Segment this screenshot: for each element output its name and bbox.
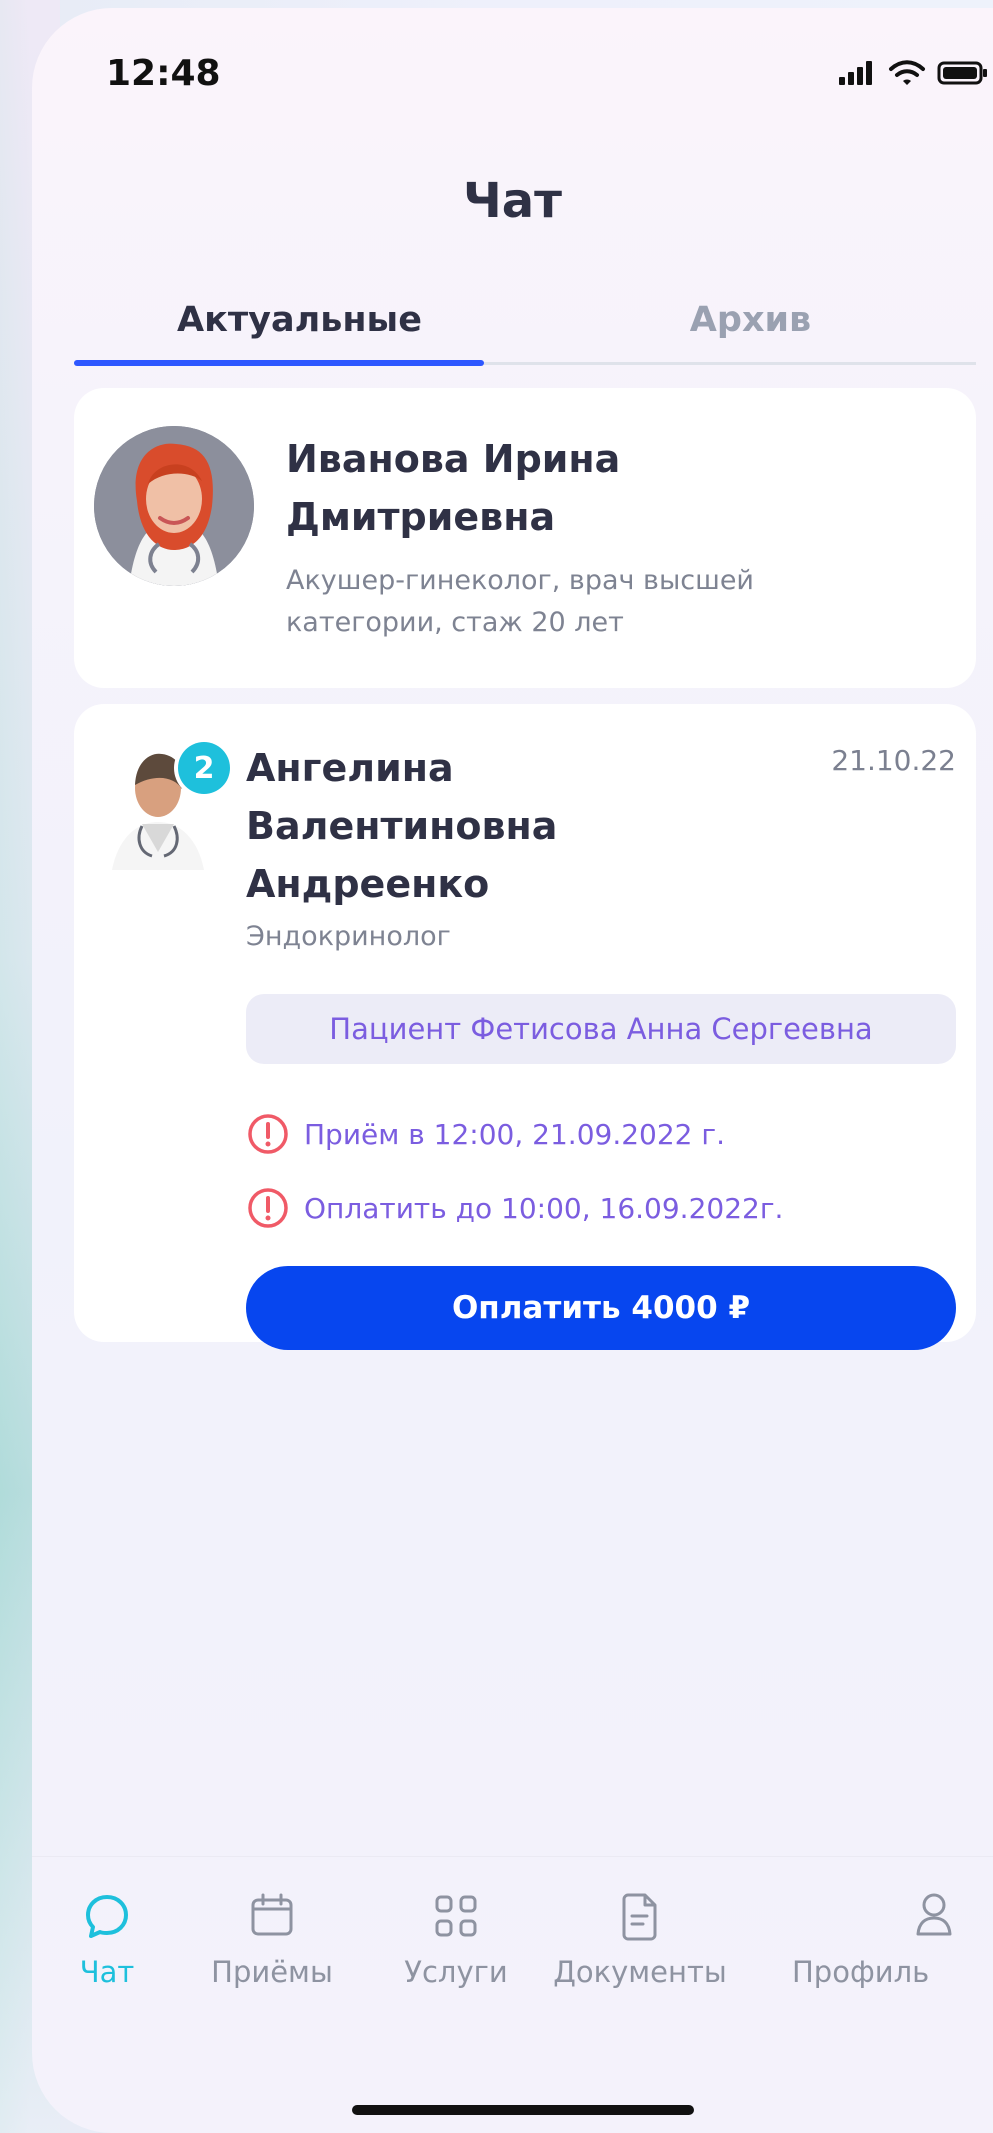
warning-text: Оплатить до 10:00, 16.09.2022г. bbox=[304, 1191, 784, 1225]
nav-label: Услуги bbox=[404, 1955, 508, 1989]
chat-icon bbox=[86, 1895, 128, 1938]
pay-button[interactable]: Оплатить 4000 ₽ bbox=[246, 1266, 956, 1350]
nav-chat[interactable]: Чат bbox=[32, 1889, 197, 1989]
status-time: 12:48 bbox=[106, 53, 221, 94]
message-date: 21.10.22 bbox=[831, 744, 956, 777]
doctor-name-line-1: Иванова Ирина bbox=[286, 437, 621, 481]
home-indicator bbox=[352, 2105, 694, 2115]
appointment-warning: Приём в 12:00, 21.09.2022 г. bbox=[246, 1112, 725, 1156]
status-bar: 12:48 bbox=[32, 8, 993, 138]
payment-warning: Оплатить до 10:00, 16.09.2022г. bbox=[246, 1186, 783, 1230]
nav-label: Документы bbox=[553, 1955, 727, 1989]
tabs: Актуальные Архив bbox=[74, 300, 976, 370]
phone-screen: 12:48 Чат Актуальные Архив Иванова Ирина… bbox=[32, 8, 993, 2133]
grid-icon bbox=[435, 1895, 477, 1937]
nav-label: Чат bbox=[79, 1955, 135, 1989]
page-title: Чат bbox=[463, 173, 562, 229]
doctor-avatar bbox=[94, 426, 254, 586]
doctor-description-line-2: категории, стаж 20 лет bbox=[286, 607, 624, 638]
doctor-name-line-2: Дмитриевна bbox=[286, 495, 556, 539]
doctor-name-line-3: Андреенко bbox=[246, 862, 490, 906]
unread-count-badge: 2 bbox=[178, 742, 230, 794]
battery-icon bbox=[937, 61, 987, 85]
warning-text: Приём в 12:00, 21.09.2022 г. bbox=[304, 1117, 725, 1151]
doctor-description-line-1: Акушер-гинеколог, врач высшей bbox=[286, 565, 754, 596]
calendar-icon bbox=[251, 1893, 293, 1936]
signal-icon bbox=[839, 61, 872, 85]
nav-label: Приёмы bbox=[211, 1955, 333, 1989]
tab-archive[interactable]: Архив bbox=[525, 300, 976, 340]
doctor-photo-icon bbox=[94, 426, 254, 586]
chat-card-ivanova[interactable]: Иванова Ирина Дмитриевна Акушер-гинеколо… bbox=[74, 388, 976, 688]
doctor-specialty: Эндокринолог bbox=[246, 921, 451, 952]
alert-circle-icon bbox=[248, 1188, 288, 1228]
doctor-name-line-2: Валентиновна bbox=[246, 804, 558, 848]
doctor-name-line-1: Ангелина bbox=[246, 746, 454, 790]
bottom-navigation: Чат Приёмы Услуги Документы Профиль bbox=[32, 1856, 993, 2059]
tab-actual[interactable]: Актуальные bbox=[74, 300, 525, 340]
status-icons bbox=[837, 58, 989, 88]
chat-card-andreenko[interactable]: 2 Ангелина Валентиновна Андреенко Эндокр… bbox=[74, 704, 976, 1350]
wifi-icon bbox=[889, 60, 925, 85]
profile-icon bbox=[916, 1893, 952, 1936]
nav-label: Профиль bbox=[792, 1955, 930, 1989]
nav-documents[interactable]: Документы bbox=[550, 1889, 730, 1989]
active-tab-indicator bbox=[74, 360, 484, 366]
document-icon bbox=[622, 1893, 657, 1941]
nav-services[interactable]: Услуги bbox=[366, 1889, 546, 1989]
alert-circle-icon bbox=[248, 1114, 288, 1154]
patient-label: Пациент Фетисова Анна Сергеевна bbox=[246, 994, 956, 1064]
nav-profile[interactable]: Профиль bbox=[792, 1889, 972, 1989]
nav-appointments[interactable]: Приёмы bbox=[182, 1889, 362, 1989]
